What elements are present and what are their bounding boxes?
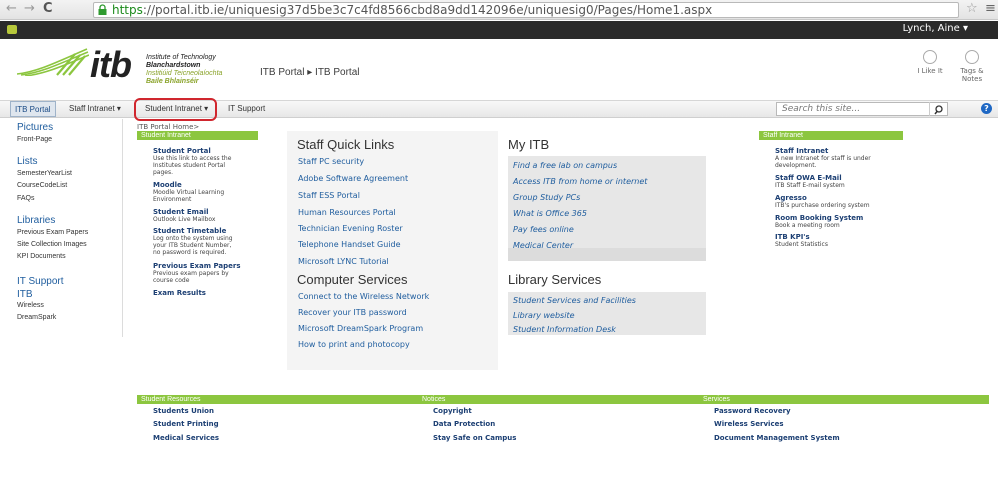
address-bar[interactable]: https://portal.itb.ie/uniquesig37d5be3c7… (93, 2, 959, 18)
previous-exam-papers-link[interactable]: Previous Exam Papers (153, 262, 240, 270)
ql-wireless[interactable]: Wireless (17, 302, 44, 309)
staff-ess-portal-link[interactable]: Staff ESS Portal (298, 191, 360, 200)
ql-faqs[interactable]: FAQs (17, 195, 35, 202)
footer-header-bar: Student Resources Notices Services (137, 395, 989, 404)
ql-lists[interactable]: Lists (17, 156, 38, 167)
itb-logo-swoosh-icon (17, 48, 89, 76)
group-study-pcs-link[interactable]: Group Study PCs (513, 193, 580, 202)
office-365-link[interactable]: What is Office 365 (513, 209, 587, 218)
computer-services-title: Computer Services (297, 272, 408, 287)
dreamspark-program-link[interactable]: Microsoft DreamSpark Program (298, 324, 423, 333)
medical-services-link[interactable]: Medical Services (153, 434, 219, 442)
adobe-software-link[interactable]: Adobe Software Agreement (298, 174, 408, 183)
document-management-link[interactable]: Document Management System (714, 434, 840, 442)
staff-intranet-header: Staff Intranet (759, 131, 903, 140)
page-breadcrumb[interactable]: ITB Portal ▸ ITB Portal (260, 67, 360, 78)
lock-icon (98, 4, 107, 15)
staff-owa-email-link[interactable]: Staff OWA E-Mail (775, 174, 842, 182)
footer-services-heading: Services (703, 396, 730, 403)
tag-icon (965, 50, 979, 64)
help-icon[interactable]: ? (981, 103, 992, 114)
hr-portal-link[interactable]: Human Resources Portal (298, 208, 396, 217)
ql-itb[interactable]: ITB (17, 289, 33, 300)
recover-password-link[interactable]: Recover your ITB password (298, 308, 407, 317)
password-recovery-link[interactable]: Password Recovery (714, 407, 791, 415)
small-breadcrumb[interactable]: ITB Portal Home> (137, 123, 199, 131)
print-photocopy-link[interactable]: How to print and photocopy (298, 340, 410, 349)
students-union-link[interactable]: Students Union (153, 407, 214, 415)
tags-notes-button[interactable]: Tags & Notes (957, 50, 987, 83)
url-rest: ://portal.itb.ie/uniquesig37d5be3c7c4fd8… (142, 3, 713, 17)
lync-tutorial-link[interactable]: Microsoft LYNC Tutorial (298, 257, 389, 266)
staff-intranet-link[interactable]: Staff Intranet (775, 147, 828, 155)
ql-libraries[interactable]: Libraries (17, 215, 55, 226)
staff-links-panel (287, 131, 498, 370)
ql-pictures[interactable]: Pictures (17, 122, 53, 133)
url-scheme: https (112, 3, 143, 17)
telephone-guide-link[interactable]: Telephone Handset Guide (298, 240, 401, 249)
access-itb-link[interactable]: Access ITB from home or internet (513, 177, 647, 186)
library-website-link[interactable]: Library website (513, 311, 575, 320)
ql-front-page[interactable]: Front-Page (17, 136, 52, 143)
ql-course-code-list[interactable]: CourseCodeList (17, 182, 67, 189)
moodle-link[interactable]: Moodle (153, 181, 182, 189)
back-icon[interactable]: ← (6, 1, 17, 16)
institute-name: Institute of Technology Blanchardstown I… (146, 54, 223, 85)
itb-kpis-link[interactable]: ITB KPI's (775, 233, 810, 241)
my-itb-title: My ITB (508, 137, 550, 152)
ql-kpi-documents[interactable]: KPI Documents (17, 253, 66, 260)
search-button[interactable] (929, 102, 948, 116)
student-printing-link[interactable]: Student Printing (153, 420, 219, 428)
pay-fees-link[interactable]: Pay fees online (513, 225, 574, 234)
forward-icon[interactable]: → (24, 1, 35, 16)
staff-pc-security-link[interactable]: Staff PC security (298, 157, 364, 166)
ql-site-collection-images[interactable]: Site Collection Images (17, 241, 87, 248)
room-booking-link[interactable]: Room Booking System (775, 214, 863, 222)
sharepoint-ribbon-bar: Lynch, Aine ▾ (0, 21, 998, 39)
student-info-desk-link[interactable]: Student Information Desk (513, 325, 616, 334)
browser-toolbar: ← → C https://portal.itb.ie/uniquesig37d… (0, 0, 998, 20)
stay-safe-link[interactable]: Stay Safe on Campus (433, 434, 516, 442)
staff-quick-links-title: Staff Quick Links (297, 137, 395, 152)
site-header: itb Institute of Technology Blanchardsto… (0, 40, 998, 92)
library-services-title: Library Services (508, 272, 602, 287)
site-actions-icon[interactable] (7, 25, 17, 34)
free-lab-link[interactable]: Find a free lab on campus (513, 161, 617, 170)
technician-roster-link[interactable]: Technician Evening Roster (298, 224, 403, 233)
tab-itb-portal[interactable]: ITB Portal (10, 101, 56, 117)
i-like-it-button[interactable]: I Like It (915, 50, 945, 75)
bookmark-star-icon[interactable]: ☆ (966, 1, 978, 16)
tab-it-support[interactable]: IT Support (228, 104, 265, 113)
quick-launch: Pictures Front-Page Lists SemesterYearLi… (0, 119, 123, 337)
student-email-link[interactable]: Student Email (153, 208, 209, 216)
highlight-annotation (134, 98, 217, 121)
data-protection-link[interactable]: Data Protection (433, 420, 495, 428)
student-services-link[interactable]: Student Services and Facilities (513, 296, 636, 305)
ql-semester-year-list[interactable]: SemesterYearList (17, 170, 72, 177)
search-input[interactable]: Search this site... (776, 102, 948, 116)
menu-icon[interactable]: ≡ (985, 1, 996, 16)
user-menu[interactable]: Lynch, Aine ▾ (903, 23, 968, 34)
student-intranet-header: Student Intranet (137, 131, 258, 140)
wireless-network-link[interactable]: Connect to the Wireless Network (298, 292, 429, 301)
exam-results-link[interactable]: Exam Results (153, 289, 206, 297)
student-timetable-link[interactable]: Student Timetable (153, 227, 226, 235)
medical-center-link[interactable]: Medical Center (513, 241, 573, 250)
ql-it-support[interactable]: IT Support (17, 276, 64, 287)
ql-previous-exam-papers[interactable]: Previous Exam Papers (17, 229, 88, 236)
agresso-link[interactable]: Agresso (775, 194, 807, 202)
search-icon (934, 105, 943, 115)
wireless-services-link[interactable]: Wireless Services (714, 420, 784, 428)
student-portal-link[interactable]: Student Portal (153, 147, 211, 155)
tab-staff-intranet[interactable]: Staff Intranet ▾ (69, 104, 121, 113)
copyright-link[interactable]: Copyright (433, 407, 472, 415)
itb-logo-text[interactable]: itb (90, 44, 132, 86)
reload-icon[interactable]: C (43, 1, 53, 16)
footer-student-resources-heading: Student Resources (141, 396, 201, 403)
footer-notices-heading: Notices (422, 396, 446, 403)
thumbs-up-icon (923, 50, 937, 64)
ql-dreamspark[interactable]: DreamSpark (17, 314, 56, 321)
